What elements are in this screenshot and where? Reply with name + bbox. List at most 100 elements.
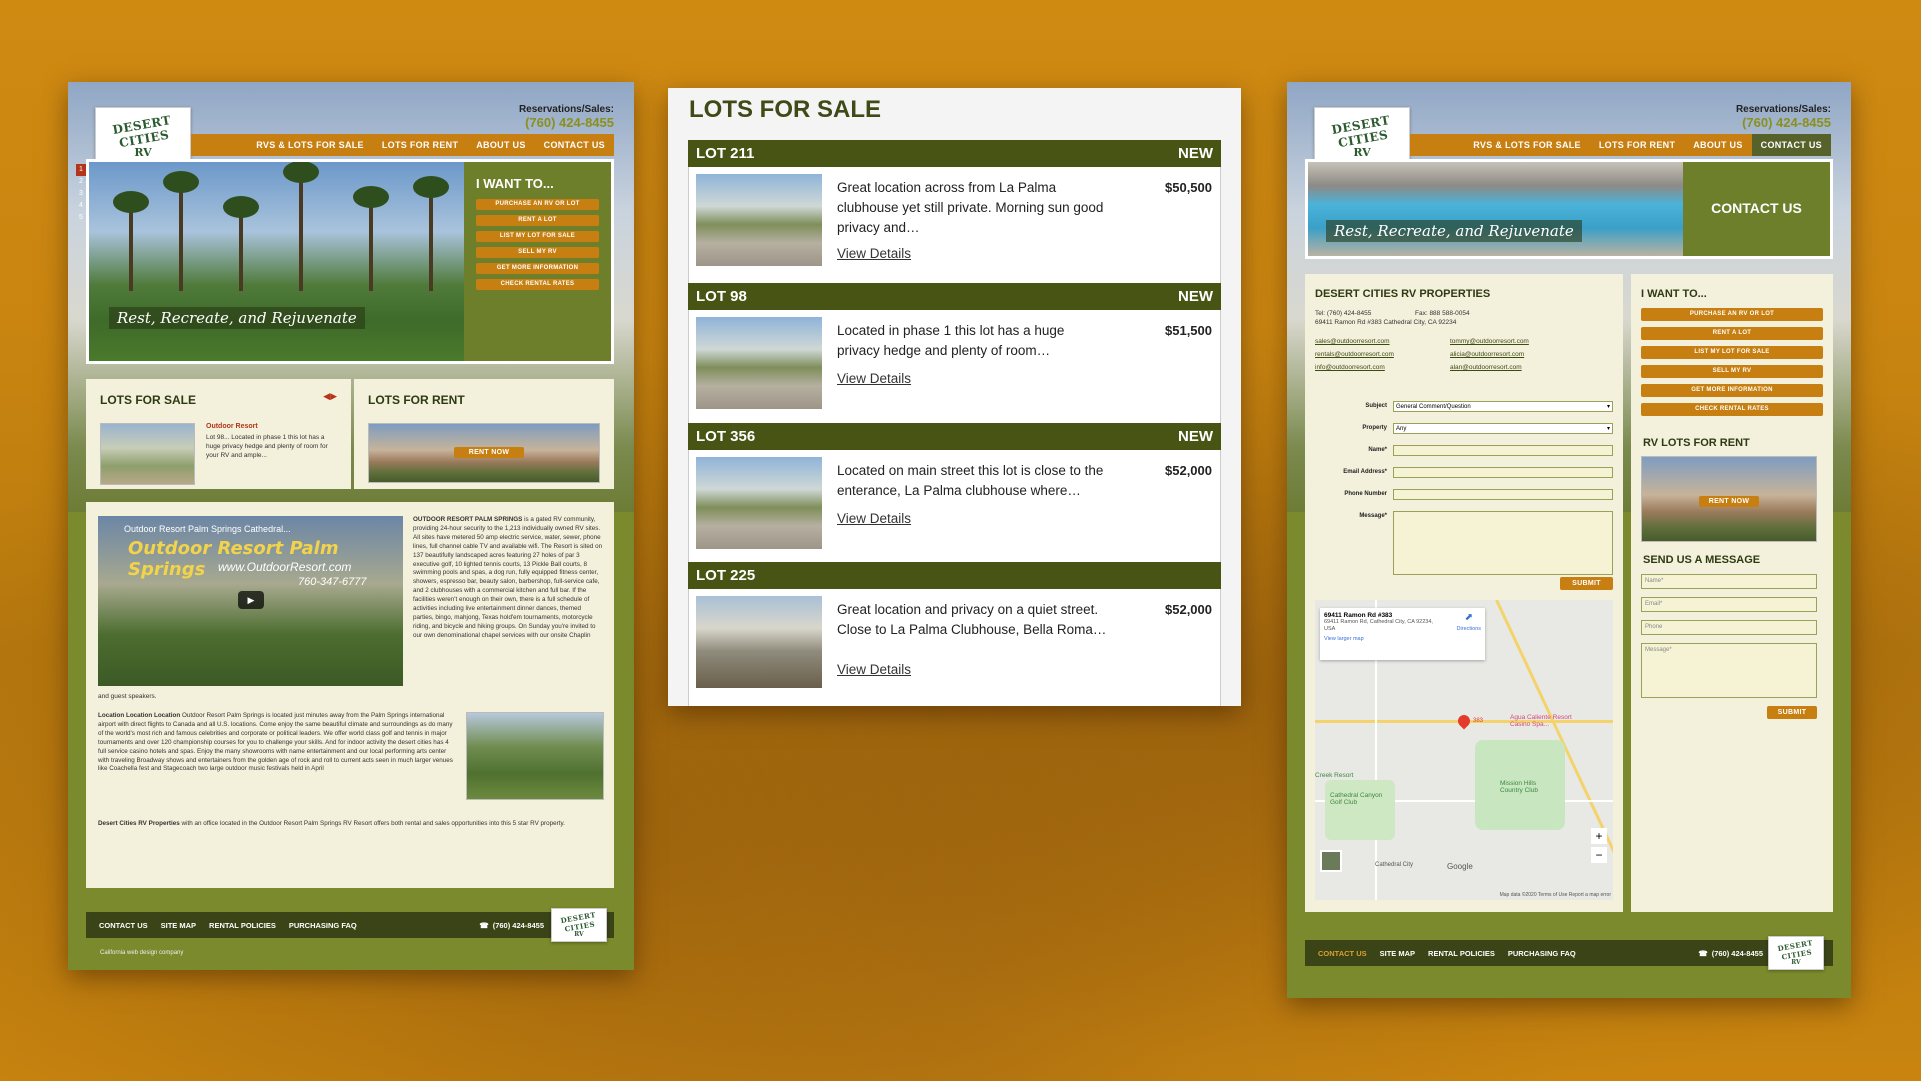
footer-contact[interactable]: CONTACT US [99, 921, 148, 930]
name-input[interactable] [1393, 445, 1613, 456]
nav-about[interactable]: ABOUT US [467, 134, 534, 156]
lot-photo[interactable] [696, 317, 822, 409]
zoom-in-icon[interactable]: + [1591, 828, 1607, 844]
credit-link[interactable]: California web design company [100, 950, 183, 956]
lot-price: $51,500 [1165, 323, 1212, 338]
nav-contact[interactable]: CONTACT US [535, 134, 614, 156]
new-badge: NEW [1178, 288, 1213, 305]
btn-list[interactable]: LIST MY LOT FOR SALE [1641, 346, 1823, 359]
lot-header: LOT 225 [688, 562, 1221, 589]
btn-purchase[interactable]: PURCHASE AN RV OR LOT [1641, 308, 1823, 321]
btn-purchase[interactable]: PURCHASE AN RV OR LOT [476, 199, 599, 210]
map-larger-link[interactable]: View larger map [1324, 636, 1481, 642]
btn-info[interactable]: GET MORE INFORMATION [1641, 384, 1823, 397]
video-title[interactable]: Outdoor Resort Palm Springs Cathedral... [124, 524, 291, 534]
sale-item-text: Lot 98... Located in phase 1 this lot ha… [206, 434, 328, 459]
footer-logo[interactable]: DESERT CITIES RV [551, 908, 607, 942]
lot-price: $52,000 [1165, 602, 1212, 617]
new-badge: NEW [1178, 145, 1213, 162]
sale-item-title[interactable]: Outdoor Resort [206, 423, 258, 430]
email-rentals[interactable]: rentals@outdoorresort.com [1315, 348, 1394, 361]
map-poi-casino[interactable]: Agua Caliente Resort Casino Spa... [1510, 714, 1585, 728]
footer-purchasing-faq[interactable]: PURCHASING FAQ [289, 921, 357, 930]
view-details-link[interactable]: View Details [837, 371, 911, 386]
company-heading: DESERT CITIES RV PROPERTIES [1315, 288, 1491, 300]
lot-description: Great location and privacy on a quiet st… [837, 602, 1107, 637]
footer-phone[interactable]: (760) 424-8455 [493, 921, 544, 930]
side-name-input[interactable]: Name* [1641, 574, 1817, 589]
nav-about[interactable]: ABOUT US [1684, 134, 1751, 156]
property-select[interactable]: Any ▾ [1393, 423, 1613, 434]
lot-photo[interactable] [696, 457, 822, 549]
map-marker-icon[interactable] [1455, 712, 1473, 730]
hero-image [89, 162, 464, 361]
google-map[interactable]: 69411 Ramon Rd #383 69411 Ramon Rd, Cath… [1315, 600, 1613, 900]
view-details-link[interactable]: View Details [837, 662, 911, 677]
slide-dot-5[interactable]: 5 [76, 212, 86, 224]
side-email-input[interactable]: Email* [1641, 597, 1817, 612]
map-directions-link[interactable]: Directions [1457, 626, 1481, 632]
view-details-link[interactable]: View Details [837, 246, 911, 261]
btn-list[interactable]: LIST MY LOT FOR SALE [476, 231, 599, 242]
footer-rental-policies[interactable]: RENTAL POLICIES [1428, 949, 1495, 958]
map-satellite-thumb[interactable] [1320, 850, 1342, 872]
footer-purchasing-faq[interactable]: PURCHASING FAQ [1508, 949, 1576, 958]
email-tommy[interactable]: tommy@outdoorresort.com [1450, 335, 1529, 348]
nav-rvs-lots-sale[interactable]: RVS & LOTS FOR SALE [1464, 134, 1590, 156]
submit-button[interactable]: SUBMIT [1560, 577, 1613, 590]
slide-dot-3[interactable]: 3 [76, 188, 86, 200]
footer-phone[interactable]: (760) 424-8455 [1712, 949, 1763, 958]
btn-rates[interactable]: CHECK RENTAL RATES [476, 279, 599, 290]
map-poi-mission-hills[interactable]: Mission Hills Country Club [1500, 780, 1560, 794]
location-paragraph: Location Location Location Outdoor Resor… [98, 712, 453, 773]
map-poi-creek[interactable]: Creek Resort [1315, 772, 1355, 779]
email-input[interactable] [1393, 467, 1613, 478]
subject-select[interactable]: General Comment/Question ▾ [1393, 401, 1613, 412]
nav-contact[interactable]: CONTACT US [1751, 134, 1831, 156]
nav-rvs-lots-sale[interactable]: RVS & LOTS FOR SALE [247, 134, 373, 156]
email-sales[interactable]: sales@outdoorresort.com [1315, 335, 1394, 348]
rent-now-button[interactable]: RENT NOW [454, 447, 524, 458]
view-details-link[interactable]: View Details [837, 511, 911, 526]
btn-info[interactable]: GET MORE INFORMATION [476, 263, 599, 274]
btn-rent[interactable]: RENT A LOT [476, 215, 599, 226]
map-poi-golf[interactable]: Cathedral Canyon Golf Club [1330, 792, 1390, 806]
lot-photo[interactable] [696, 596, 822, 688]
btn-sell[interactable]: SELL MY RV [476, 247, 599, 258]
directions-icon[interactable]: ⬈ [1465, 612, 1473, 623]
lot-photo[interactable] [696, 174, 822, 266]
side-phone-input[interactable]: Phone [1641, 620, 1817, 635]
video-embed[interactable]: Outdoor Resort Palm Springs Cathedral...… [98, 516, 403, 686]
intro-paragraph-tail: and guest speakers. [98, 693, 157, 700]
zoom-out-icon[interactable]: − [1591, 847, 1607, 863]
footer-logo[interactable]: DESERT CITIES RV [1768, 936, 1824, 970]
lots-sale-heading: LOTS FOR SALE [100, 393, 196, 407]
slide-dot-4[interactable]: 4 [76, 200, 86, 212]
map-credit[interactable]: Map data ©2020 Terms of Use Report a map… [1500, 892, 1611, 898]
email-alicia[interactable]: alicia@outdoorresort.com [1450, 348, 1529, 361]
btn-sell[interactable]: SELL MY RV [1641, 365, 1823, 378]
nav-lots-rent[interactable]: LOTS FOR RENT [1590, 134, 1684, 156]
btn-rent[interactable]: RENT A LOT [1641, 327, 1823, 340]
email-info[interactable]: info@outdoorresort.com [1315, 361, 1394, 374]
nav-lots-rent[interactable]: LOTS FOR RENT [373, 134, 467, 156]
message-textarea[interactable] [1393, 511, 1613, 575]
rv-lots-rent-heading: RV LOTS FOR RENT [1643, 437, 1750, 449]
slide-dot-1[interactable]: 1 [76, 164, 86, 176]
btn-rates[interactable]: CHECK RENTAL RATES [1641, 403, 1823, 416]
slide-dot-2[interactable]: 2 [76, 176, 86, 188]
phone-input[interactable] [1393, 489, 1613, 500]
rent-now-button[interactable]: RENT NOW [1699, 496, 1759, 507]
sale-thumbnail[interactable] [100, 423, 195, 485]
footer-rental-policies[interactable]: RENTAL POLICIES [209, 921, 276, 930]
company-address: 69411 Ramon Rd #383 Cathedral City, CA 9… [1315, 319, 1457, 326]
play-icon[interactable]: ▶ [238, 591, 264, 609]
side-submit-button[interactable]: SUBMIT [1767, 706, 1817, 719]
email-alan[interactable]: alan@outdoorresort.com [1450, 361, 1529, 374]
name-label: Name* [1368, 447, 1387, 453]
footer-sitemap[interactable]: SITE MAP [161, 921, 196, 930]
footer-sitemap[interactable]: SITE MAP [1380, 949, 1415, 958]
footer-contact[interactable]: CONTACT US [1318, 949, 1367, 958]
side-message-input[interactable]: Message* [1641, 643, 1817, 698]
carousel-arrows-icon[interactable]: ◀▶ [323, 391, 337, 402]
